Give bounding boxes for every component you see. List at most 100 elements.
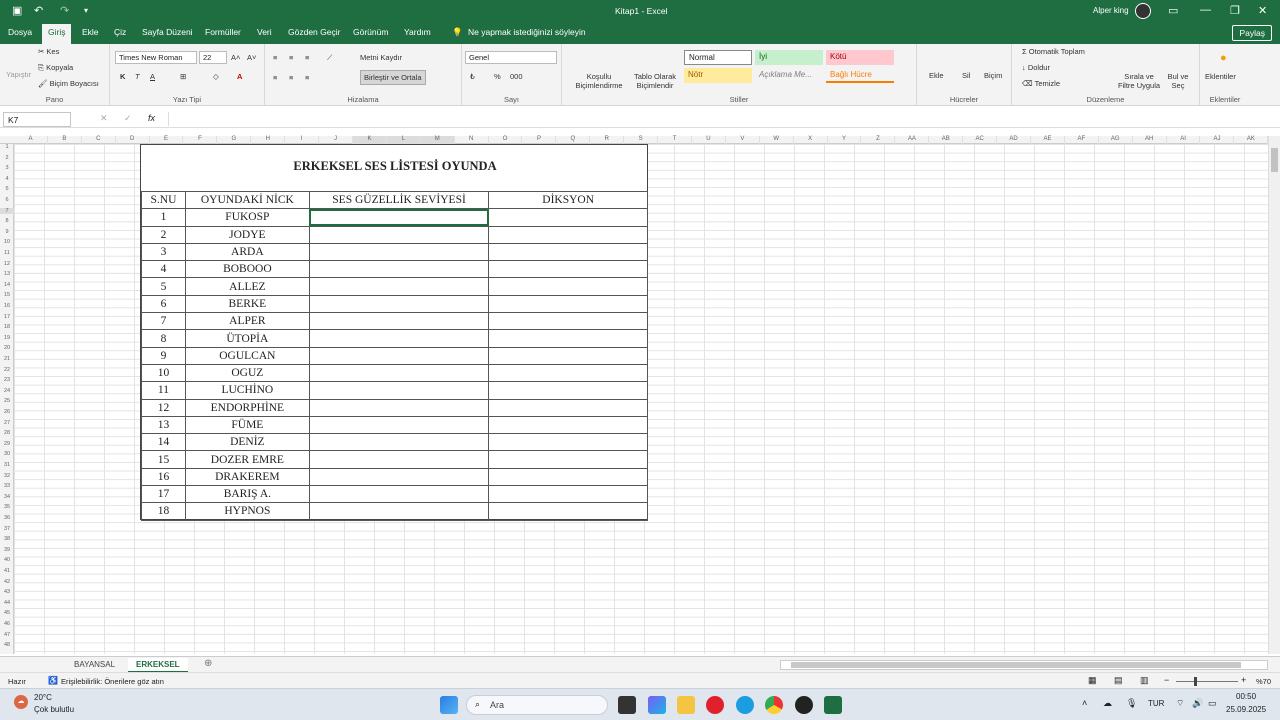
column-header[interactable]: J [319, 136, 353, 144]
column-header[interactable]: F [184, 136, 218, 144]
orientation-icon[interactable]: ⟋ [327, 53, 332, 63]
column-header[interactable]: X [794, 136, 828, 144]
row-header[interactable]: 38 [0, 536, 14, 542]
weather-icon[interactable]: ☁ [14, 695, 28, 709]
voice-level-cell[interactable] [308, 208, 490, 227]
windows-start-icon[interactable] [440, 696, 458, 714]
row-number-cell[interactable]: 5 [141, 277, 186, 296]
column-header[interactable]: AE [1031, 136, 1065, 144]
column-header[interactable]: Y [828, 136, 862, 144]
avatar[interactable] [1135, 3, 1151, 19]
voice-level-cell[interactable] [308, 398, 490, 417]
nick-cell[interactable]: DENİZ [184, 433, 310, 452]
find-select-button[interactable]: Bul ve Seç [1165, 72, 1191, 90]
cut-button[interactable]: ✂ Kes [38, 47, 59, 56]
weather-desc[interactable]: Çok bulutlu [34, 705, 74, 714]
row-number-cell[interactable]: 3 [141, 242, 186, 262]
page-layout-icon[interactable]: ▤ [1114, 675, 1123, 686]
column-header[interactable]: P [523, 136, 557, 144]
nick-cell[interactable]: FUKOSP [184, 208, 310, 227]
voice-level-cell[interactable] [308, 363, 490, 383]
row-header[interactable]: 18 [0, 324, 14, 330]
row-header[interactable]: 44 [0, 600, 14, 606]
format-cells-button[interactable]: Biçim [984, 71, 1002, 80]
font-name-select[interactable]: Times New Roman [115, 51, 197, 64]
row-number-cell[interactable]: 1 [141, 208, 186, 227]
battery-icon[interactable]: ▭ [1208, 698, 1217, 709]
tab-help[interactable]: Yardım [404, 27, 431, 37]
voice-level-cell[interactable] [308, 329, 490, 348]
format-painter-button[interactable]: 🖌 Biçim Boyacısı [38, 79, 99, 88]
currency-icon[interactable]: ₺ [470, 72, 475, 81]
clock-date[interactable]: 25.09.2025 [1226, 705, 1266, 714]
row-header[interactable]: 25 [0, 398, 14, 404]
vertical-scrollbar[interactable] [1268, 136, 1280, 654]
diction-cell[interactable] [488, 502, 648, 521]
row-header[interactable]: 2 [0, 155, 14, 161]
row-number-cell[interactable]: 8 [141, 329, 186, 348]
nick-cell[interactable]: ALLEZ [184, 277, 310, 296]
underline-button[interactable]: A [150, 72, 155, 81]
row-header[interactable]: 28 [0, 430, 14, 436]
column-header[interactable]: AH [1133, 136, 1167, 144]
row-header[interactable]: 23 [0, 377, 14, 383]
style-bad[interactable]: Kötü [826, 50, 894, 65]
diction-cell[interactable] [488, 329, 648, 348]
style-explanatory[interactable]: Açıklama Me... [755, 68, 823, 83]
column-header[interactable]: R [590, 136, 625, 144]
app-icon[interactable] [795, 696, 813, 714]
excel-icon[interactable] [824, 696, 842, 714]
chevron-up-icon[interactable]: ˄ [1082, 698, 1087, 708]
diction-cell[interactable] [488, 312, 648, 331]
edge-icon[interactable] [736, 696, 754, 714]
tab-insert[interactable]: Ekle [82, 27, 99, 37]
diction-cell[interactable] [488, 433, 648, 452]
chrome-icon[interactable] [765, 696, 783, 714]
minimize-icon[interactable]: — [1200, 4, 1211, 16]
tell-me-search[interactable]: Ne yapmak istediğinizi söyleyin [468, 27, 586, 37]
percent-icon[interactable]: % [494, 72, 501, 81]
row-header[interactable]: 20 [0, 345, 14, 351]
diction-cell[interactable] [488, 208, 648, 227]
accessibility-status[interactable]: Erişilebilirlik: Önerilere göz atın [61, 677, 164, 686]
tab-view[interactable]: Görünüm [353, 27, 388, 37]
share-button[interactable]: Paylaş [1232, 25, 1272, 41]
align-left-icon[interactable]: ≡ [273, 73, 277, 82]
clock-time[interactable]: 00:50 [1236, 692, 1256, 701]
column-header[interactable]: AJ [1201, 136, 1235, 144]
row-header[interactable]: 37 [0, 526, 14, 532]
row-number-cell[interactable]: 2 [141, 225, 186, 244]
comma-icon[interactable]: 000 [510, 72, 523, 81]
undo-icon[interactable]: ↶ [34, 4, 43, 17]
style-normal[interactable]: Normal [684, 50, 752, 65]
diction-cell[interactable] [488, 225, 648, 244]
diction-cell[interactable] [488, 346, 648, 365]
column-heading-cell[interactable]: S.NU [141, 190, 186, 210]
row-header[interactable]: 14 [0, 282, 14, 288]
voice-level-cell[interactable] [308, 450, 490, 469]
column-header[interactable]: H [251, 136, 286, 144]
column-heading-cell[interactable]: OYUNDAKİ NİCK [184, 190, 310, 210]
row-header[interactable]: 48 [0, 642, 14, 648]
row-header[interactable]: 5 [0, 186, 14, 192]
voice-level-cell[interactable] [308, 294, 490, 314]
diction-cell[interactable] [488, 381, 648, 400]
diction-cell[interactable] [488, 450, 648, 469]
zoom-in-icon[interactable]: + [1241, 675, 1246, 685]
volume-icon[interactable]: 🔊 [1192, 698, 1203, 709]
row-header[interactable]: 36 [0, 515, 14, 521]
row-number-cell[interactable]: 12 [141, 398, 186, 417]
column-header[interactable]: W [760, 136, 794, 144]
row-header[interactable]: 4 [0, 176, 14, 182]
row-header[interactable]: 12 [0, 261, 14, 267]
row-header[interactable]: 15 [0, 292, 14, 298]
formula-input[interactable] [168, 112, 1268, 126]
nick-cell[interactable]: ALPER [184, 312, 310, 331]
nick-cell[interactable]: ÜTOPİA [184, 329, 310, 348]
voice-level-cell[interactable] [308, 260, 490, 279]
format-as-table-button[interactable]: Tablo Olarak Biçimlendir [628, 72, 682, 90]
row-header[interactable]: 34 [0, 494, 14, 500]
row-header[interactable]: 7 [0, 207, 14, 214]
file-explorer-icon[interactable] [677, 696, 695, 714]
voice-level-cell[interactable] [308, 381, 490, 400]
